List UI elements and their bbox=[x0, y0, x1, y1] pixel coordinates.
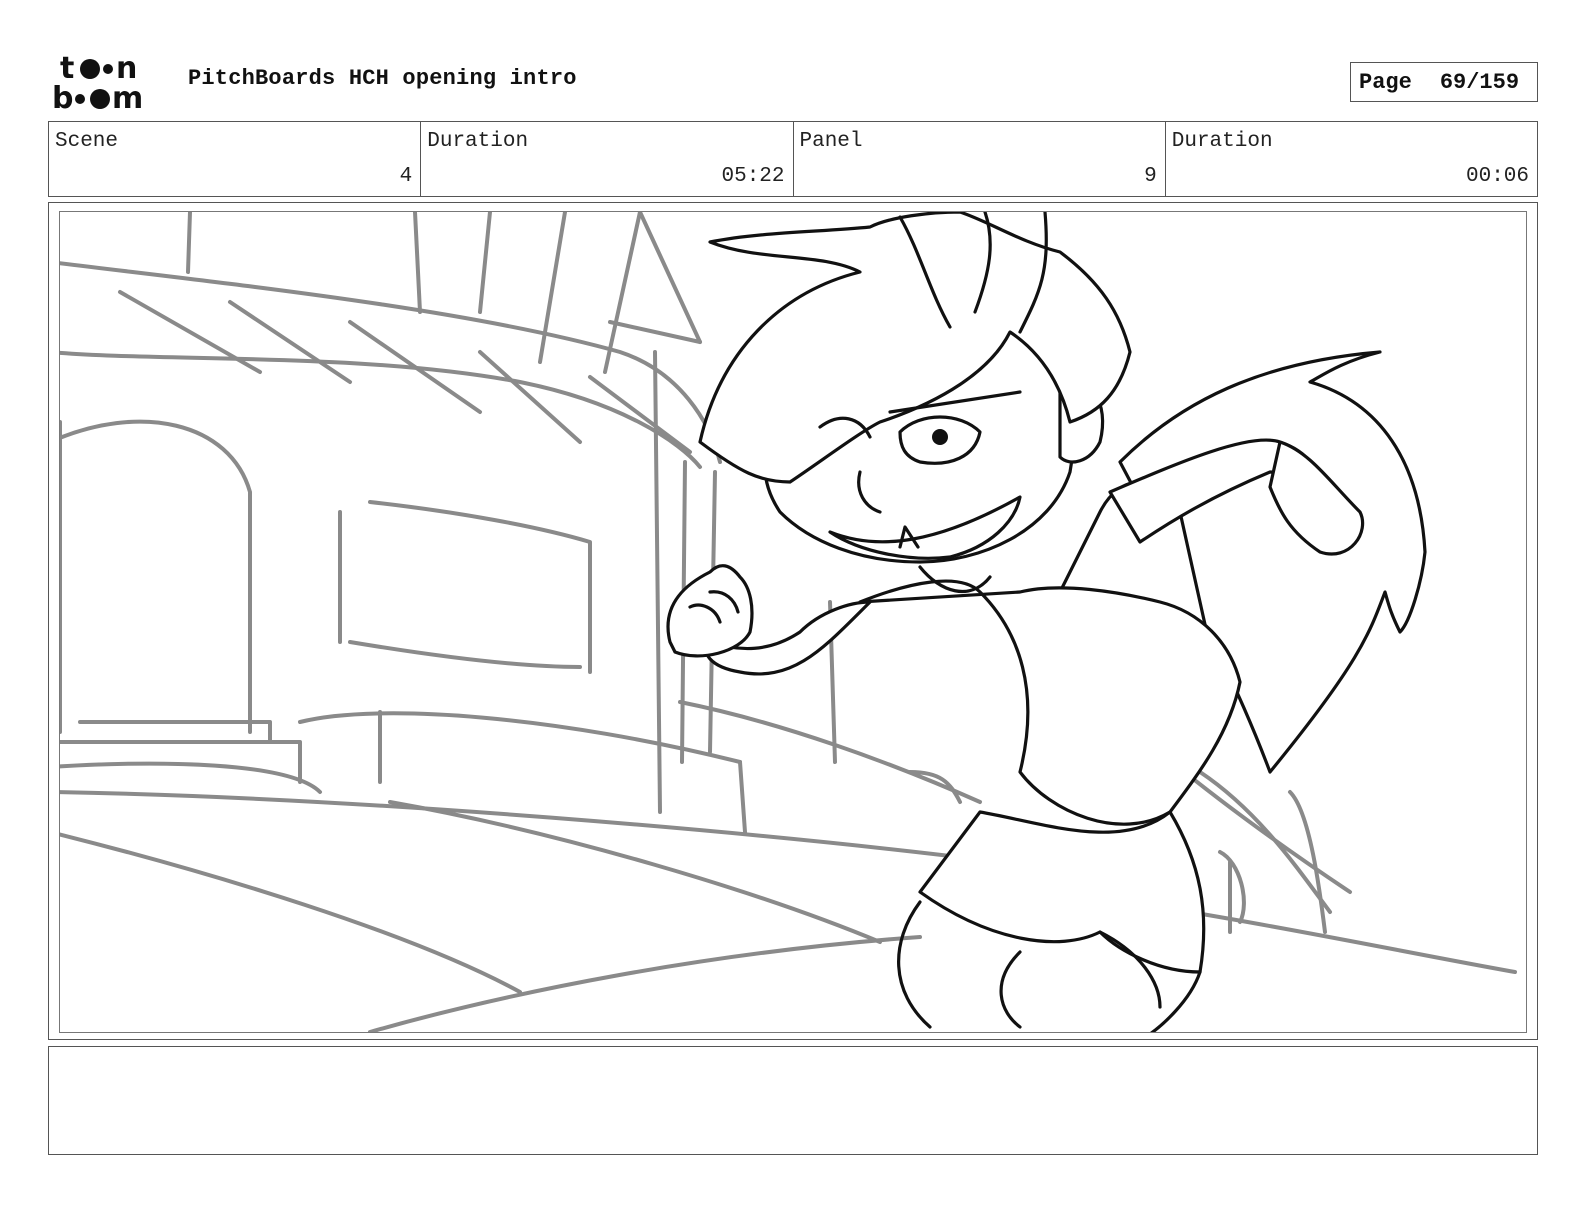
page-indicator: Page 69/159 bbox=[1350, 62, 1538, 102]
panel-cell: Panel 9 bbox=[794, 122, 1166, 196]
storyboard-panel bbox=[48, 202, 1538, 1040]
character-drawing bbox=[666, 212, 1427, 1032]
panel-drawing-frame bbox=[59, 211, 1527, 1033]
page-label: Page bbox=[1359, 69, 1412, 95]
storyboard-sketch bbox=[60, 212, 1517, 1032]
scene-duration-cell: Duration 05:22 bbox=[421, 122, 794, 196]
panel-duration-value: 00:06 bbox=[1465, 165, 1529, 188]
scene-info-row: Scene 4 Duration 05:22 Panel 9 Duration … bbox=[48, 121, 1538, 197]
scene-value: 4 bbox=[399, 165, 413, 188]
panel-notes-box bbox=[48, 1046, 1538, 1155]
scene-label: Scene bbox=[55, 130, 119, 153]
panel-duration-cell: Duration 00:06 bbox=[1166, 122, 1537, 196]
panel-label: Panel bbox=[799, 130, 863, 153]
scene-duration-value: 05:22 bbox=[721, 165, 785, 188]
panel-value: 9 bbox=[1144, 165, 1157, 188]
toon-boom-logo: t n b m bbox=[52, 51, 143, 112]
svg-text:b: b bbox=[52, 81, 73, 112]
svg-text:m: m bbox=[112, 81, 143, 112]
page-number: 69/159 bbox=[1439, 69, 1520, 95]
document-title: PitchBoards HCH opening intro bbox=[188, 66, 577, 91]
panel-duration-label: Duration bbox=[1171, 130, 1273, 153]
scene-cell: Scene 4 bbox=[49, 122, 422, 196]
scene-duration-label: Duration bbox=[427, 130, 529, 153]
